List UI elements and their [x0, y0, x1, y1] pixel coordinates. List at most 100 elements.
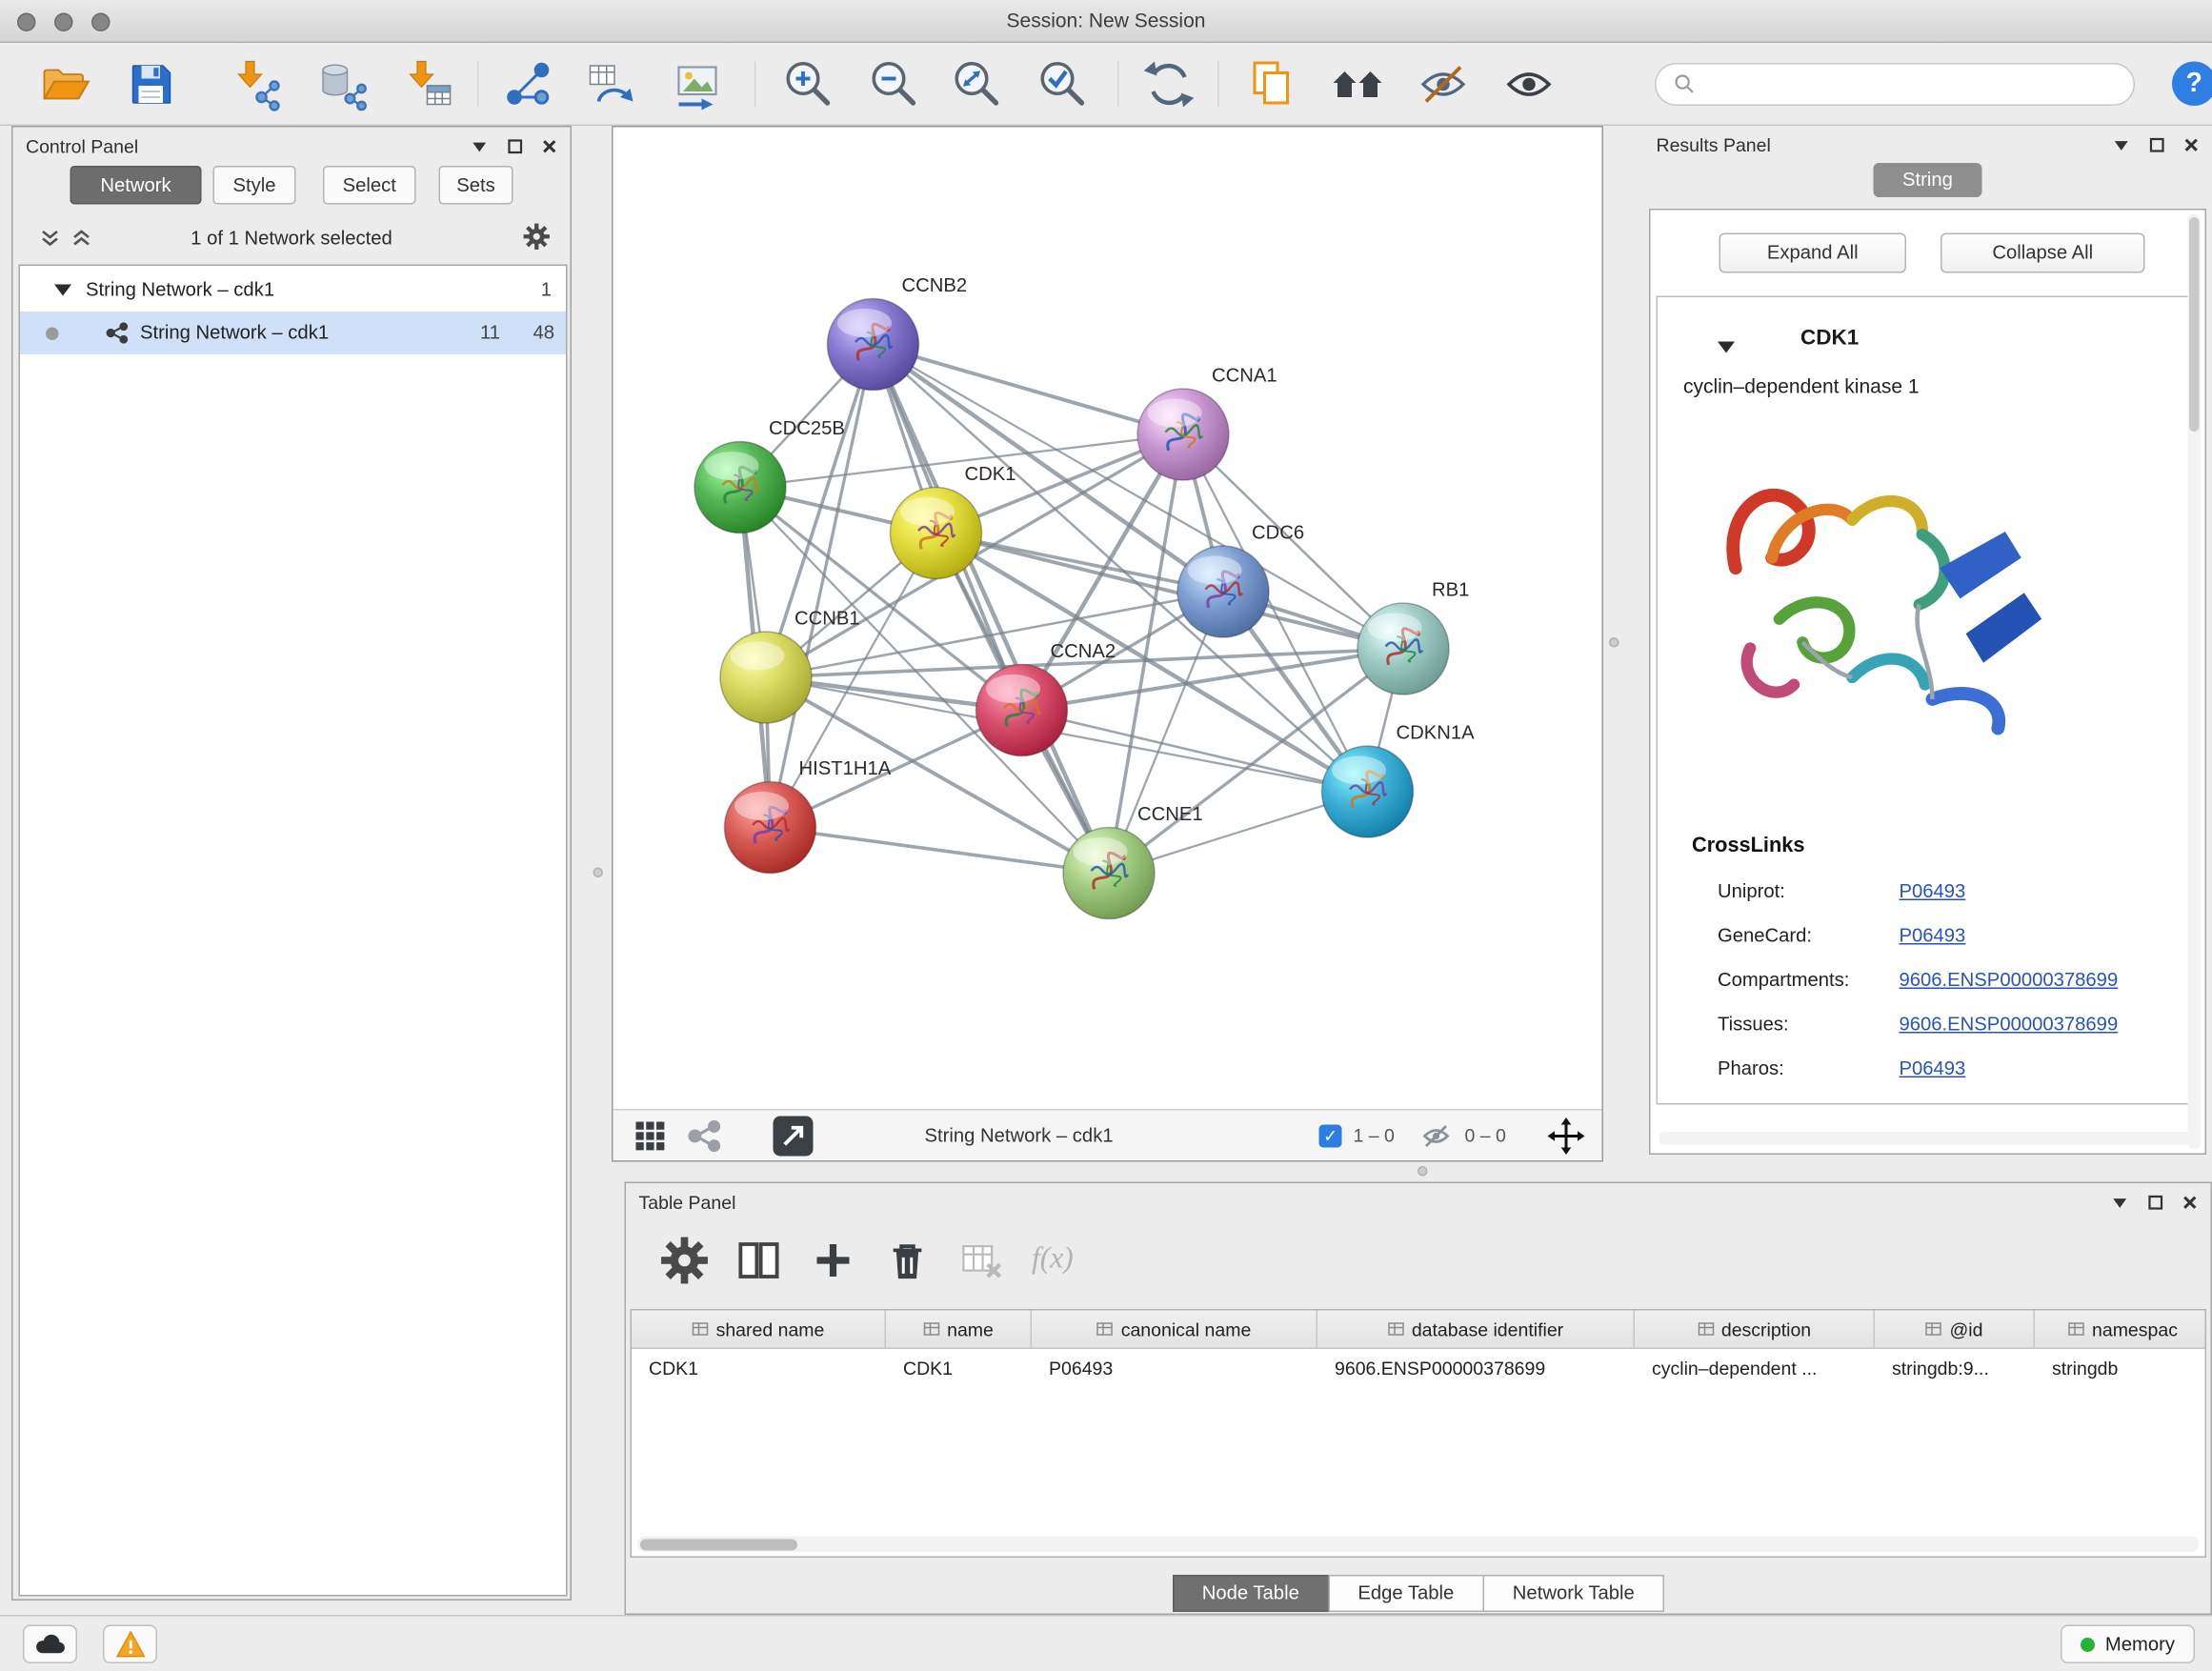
- show-all-button[interactable]: [1502, 57, 1557, 111]
- column-header[interactable]: namespac: [2035, 1311, 2206, 1350]
- right-splitter-handle[interactable]: [1609, 637, 1619, 648]
- warnings-button[interactable]: [103, 1625, 157, 1664]
- add-column-button[interactable]: [809, 1237, 857, 1285]
- cell-database-identifier[interactable]: 9606.ENSP00000378699: [1317, 1349, 1635, 1388]
- cell-id[interactable]: stringdb:9...: [1875, 1349, 2035, 1388]
- selected-indicator-checkbox[interactable]: ✓: [1319, 1125, 1342, 1148]
- memory-button[interactable]: Memory: [2061, 1625, 2195, 1664]
- tab-style[interactable]: Style: [213, 166, 296, 205]
- column-header[interactable]: @id: [1875, 1311, 2035, 1350]
- import-network-database-button[interactable]: [316, 57, 371, 111]
- results-tab-string[interactable]: String: [1874, 163, 1982, 197]
- network-node-CDKN1A[interactable]: [1322, 746, 1414, 837]
- network-collection-row[interactable]: String Network – cdk1 1: [20, 269, 566, 312]
- tab-network-table[interactable]: Network Table: [1482, 1575, 1664, 1612]
- column-header[interactable]: description: [1635, 1311, 1875, 1350]
- save-session-button[interactable]: [123, 57, 177, 111]
- network-edge[interactable]: [771, 828, 1110, 874]
- crosslink-link[interactable]: P06493: [1900, 880, 1966, 902]
- panel-restore-button[interactable]: [505, 137, 527, 156]
- left-splitter-handle[interactable]: [593, 868, 604, 878]
- column-header[interactable]: shared name: [632, 1311, 886, 1350]
- zoom-fit-button[interactable]: [949, 57, 1003, 111]
- network-node-CDC25B[interactable]: [694, 442, 786, 534]
- results-horizontal-scrollbar[interactable]: [1659, 1132, 2194, 1145]
- table-row[interactable]: CDK1 CDK1 P06493 9606.ENSP00000378699 cy…: [632, 1349, 2205, 1388]
- bottom-splitter-handle[interactable]: [1418, 1166, 1428, 1177]
- crosslink-link[interactable]: P06493: [1900, 925, 1966, 947]
- network-edge[interactable]: [874, 345, 1184, 435]
- table-options-button[interactable]: [660, 1237, 709, 1285]
- network-node-CCNB1[interactable]: [720, 632, 812, 723]
- panel-float-button[interactable]: [2111, 136, 2133, 155]
- tab-node-table[interactable]: Node Table: [1172, 1575, 1329, 1612]
- export-image-button[interactable]: [671, 57, 725, 111]
- new-network-button[interactable]: [502, 57, 556, 111]
- table-horizontal-scrollbar[interactable]: [637, 1537, 2200, 1553]
- grid-view-button[interactable]: [633, 1119, 668, 1154]
- crosslink-link[interactable]: 9606.ENSP00000378699: [1900, 969, 2119, 991]
- column-header[interactable]: canonical name: [1032, 1311, 1317, 1350]
- detach-view-button[interactable]: [774, 1117, 814, 1157]
- hidden-indicator[interactable]: [1422, 1122, 1451, 1151]
- cell-name[interactable]: CDK1: [886, 1349, 1032, 1388]
- collapse-all-button[interactable]: Collapse All: [1941, 233, 2145, 273]
- panel-close-button[interactable]: [2181, 136, 2202, 155]
- crosslink-link[interactable]: 9606.ENSP00000378699: [1900, 1014, 2119, 1036]
- pan-tool-button[interactable]: [1548, 1117, 1585, 1155]
- expand-all-button[interactable]: Expand All: [1719, 233, 1907, 273]
- network-node-CCNE1[interactable]: [1063, 828, 1155, 919]
- tab-edge-table[interactable]: Edge Table: [1328, 1575, 1484, 1612]
- column-header[interactable]: database identifier: [1317, 1311, 1635, 1350]
- panel-restore-button[interactable]: [2146, 136, 2168, 155]
- open-session-button[interactable]: [37, 57, 91, 111]
- zoom-in-button[interactable]: [780, 57, 835, 111]
- network-edge[interactable]: [874, 345, 1110, 874]
- crosslink-link[interactable]: P06493: [1900, 1057, 1966, 1079]
- scrollbar-thumb[interactable]: [640, 1539, 797, 1550]
- network-node-HIST1H1A[interactable]: [725, 782, 816, 874]
- apply-layout-button[interactable]: [1142, 57, 1196, 111]
- search-input[interactable]: [1706, 73, 2117, 95]
- network-node-CDC6[interactable]: [1177, 546, 1269, 637]
- network-canvas[interactable]: CCNB2CCNA1CDC25BCDK1CDC6RB1CCNB1CCNA2CDK…: [613, 128, 1602, 1110]
- cell-canonical-name[interactable]: P06493: [1032, 1349, 1317, 1388]
- scrollbar-thumb[interactable]: [2189, 217, 2200, 432]
- zoom-out-button[interactable]: [866, 57, 920, 111]
- copy-button[interactable]: [1245, 57, 1299, 111]
- home-button[interactable]: [1331, 57, 1385, 111]
- panel-close-button[interactable]: [539, 137, 561, 156]
- panel-close-button[interactable]: [2180, 1194, 2202, 1213]
- import-table-file-button[interactable]: [402, 57, 456, 111]
- new-network-from-table-button[interactable]: [585, 57, 639, 111]
- disclosure-triangle-icon[interactable]: [54, 283, 71, 297]
- show-columns-button[interactable]: [734, 1237, 783, 1285]
- cell-shared-name[interactable]: CDK1: [632, 1349, 886, 1388]
- cell-namespace[interactable]: stringdb: [2035, 1349, 2206, 1388]
- panel-restore-button[interactable]: [2145, 1194, 2167, 1213]
- network-node-CCNA2[interactable]: [976, 665, 1068, 756]
- search-box[interactable]: [1655, 63, 2135, 106]
- section-disclosure-icon[interactable]: [1718, 340, 1735, 354]
- import-network-file-button[interactable]: [231, 57, 285, 111]
- delete-column-button[interactable]: [883, 1237, 932, 1285]
- cloud-status-button[interactable]: [23, 1625, 77, 1664]
- cell-description[interactable]: cyclin–dependent ...: [1635, 1349, 1875, 1388]
- tab-sets[interactable]: Sets: [439, 166, 513, 205]
- help-button[interactable]: ?: [2172, 62, 2212, 107]
- column-header[interactable]: name: [886, 1311, 1032, 1350]
- zoom-selected-button[interactable]: [1035, 57, 1089, 111]
- network-options-button[interactable]: [523, 223, 551, 251]
- results-vertical-scrollbar[interactable]: [2188, 214, 2202, 1149]
- network-node-CCNA1[interactable]: [1137, 389, 1229, 480]
- network-edge[interactable]: [771, 345, 874, 828]
- tab-network[interactable]: Network: [70, 166, 202, 205]
- network-node-RB1[interactable]: [1357, 603, 1449, 695]
- birdseye-view-button[interactable]: [688, 1119, 722, 1154]
- network-row-selected[interactable]: String Network – cdk1 11 48: [20, 312, 566, 354]
- tab-select[interactable]: Select: [323, 166, 416, 205]
- panel-float-button[interactable]: [469, 137, 491, 156]
- panel-float-button[interactable]: [2109, 1194, 2131, 1213]
- network-node-CDK1[interactable]: [891, 488, 982, 579]
- network-node-CCNB2[interactable]: [828, 299, 919, 391]
